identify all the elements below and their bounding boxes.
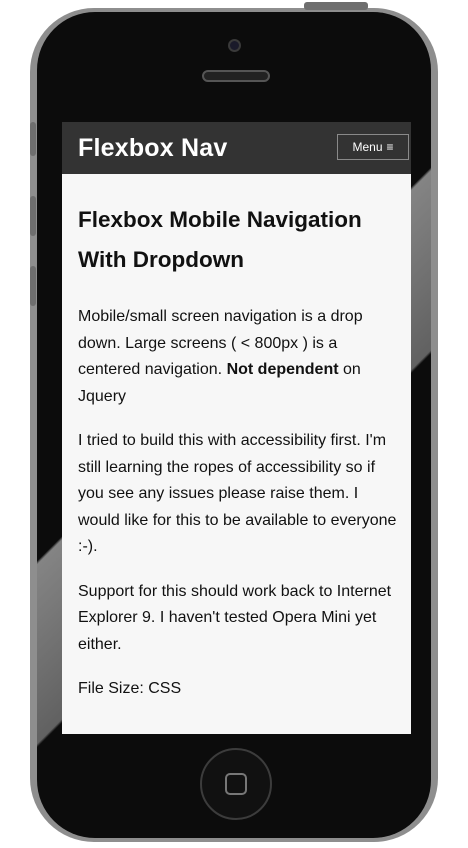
mute-switch [30, 122, 36, 156]
power-button [304, 2, 368, 10]
earpiece-speaker [202, 70, 270, 82]
site-title[interactable]: Flexbox Nav [78, 134, 227, 163]
home-button [200, 748, 272, 820]
home-square-icon [225, 773, 247, 795]
volume-up-button [30, 196, 36, 236]
phone-screen: Flexbox Nav Menu ≡ Flexbox Mobile Naviga… [62, 122, 411, 734]
menu-button-label: Menu [352, 140, 383, 154]
site-header: Flexbox Nav Menu ≡ [62, 122, 411, 174]
stage: Flexbox Nav Menu ≡ Flexbox Mobile Naviga… [0, 0, 468, 848]
paragraph-file-size: File Size: CSS [78, 680, 182, 697]
intro-bold-text: Not dependent [226, 361, 339, 378]
paragraph-intro: Mobile/small screen navigation is a drop… [78, 304, 400, 410]
menu-button[interactable]: Menu ≡ [337, 134, 409, 160]
hamburger-icon: ≡ [386, 140, 394, 154]
page-title: Flexbox Mobile Navigation With Dropdown [78, 207, 362, 272]
paragraph-accessibility: I tried to build this with accessibility… [78, 432, 397, 555]
volume-down-button [30, 266, 36, 306]
article-content: Flexbox Mobile Navigation With Dropdown … [78, 200, 400, 721]
front-camera-icon [228, 39, 241, 52]
paragraph-support: Support for this should work back to Int… [78, 582, 392, 653]
